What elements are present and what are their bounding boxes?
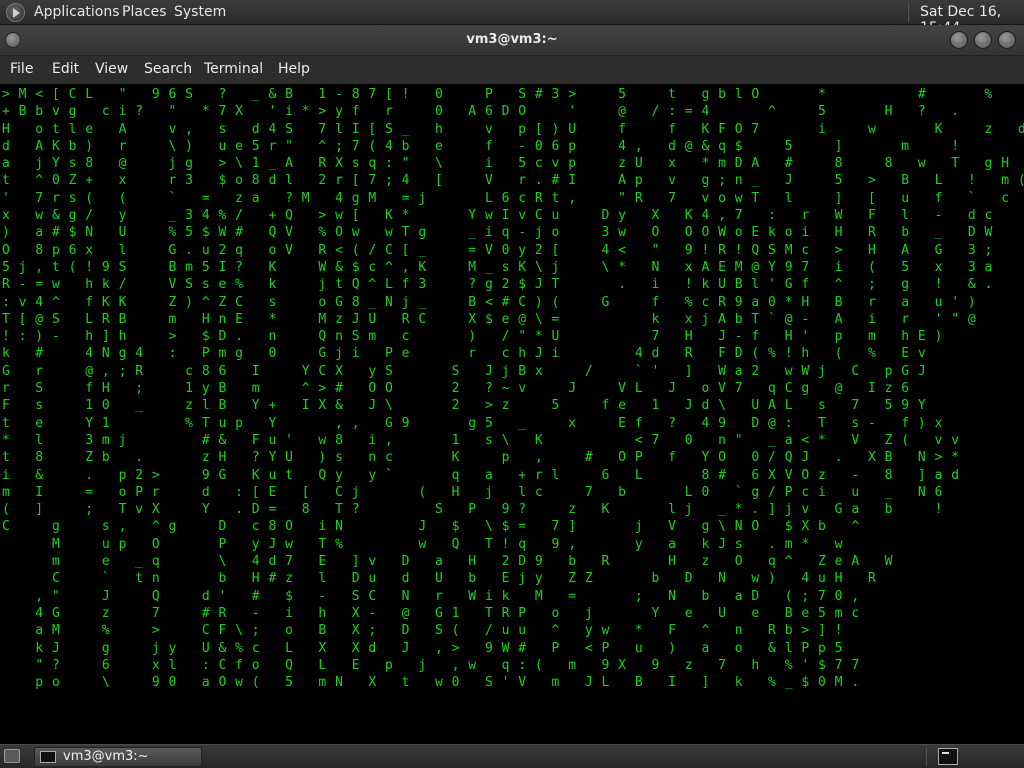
terminal-line: * l 3 m j # & F u ' w 8 i , 1 s \ K < 7 … (2, 432, 960, 448)
terminal-line: > M < [ C L " 9 6 S ? _ & B 1 - 8 7 [ ! … (2, 87, 993, 102)
window-titlebar[interactable]: vm3@vm3:~ (0, 25, 1024, 56)
terminal-line: + B b v g c i ? " * 7 X ' i * > y f r 0 … (2, 104, 960, 120)
taskbar-window-button[interactable]: vm3@vm3:~ (34, 747, 202, 767)
terminal-line: " ? 6 x l : C f o Q L E p j , w q : ( m … (2, 657, 860, 673)
terminal-line: r S f H ; 1 y B m ^ > # O O 2 ? ~ v J V … (2, 381, 910, 397)
terminal-line: R - = w h k / V S s e % k j t Q ^ L f 3 … (2, 277, 993, 293)
terminal-line: p o \ 9 0 a O w ( 5 m N X t w 0 S ' V m … (2, 675, 860, 691)
terminal-line: ' 7 r s ( ( ` = z a ? M 4 g M = j L 6 c … (2, 190, 1024, 206)
panel-separator (908, 3, 909, 22)
terminal-line: m e _ q \ 4 d 7 E ] v D a H 2 D 9 b R H … (2, 554, 893, 570)
close-icon[interactable] (998, 31, 1016, 49)
show-desktop-icon[interactable] (4, 749, 20, 763)
terminal-line: i & . p 2 > 9 G K u t Q y y ` q a + r l … (2, 467, 960, 483)
terminal-menubar: File Edit View Search Terminal Help (0, 56, 1024, 84)
workspace-terminal-icon[interactable] (938, 748, 958, 765)
menu-help[interactable]: Help (278, 61, 310, 77)
menu-terminal[interactable]: Terminal (204, 61, 263, 77)
terminal-line: t 8 Z b . z H ? Y U ) s n c K p , # O P … (2, 450, 960, 466)
terminal-line: k J g j y U & % c L X X d J , > 9 W # P … (2, 640, 843, 656)
menu-edit[interactable]: Edit (52, 61, 79, 77)
menu-view[interactable]: View (95, 61, 128, 77)
terminal-line: t e Y 1 % T u p Y , , G 9 g 5 _ x E f ? … (2, 415, 943, 431)
matrix-rain-output: > M < [ C L " 9 6 S ? _ & B 1 - 8 7 [ ! … (2, 86, 1024, 691)
menu-search[interactable]: Search (144, 61, 192, 77)
top-panel: Applications Places System Sat Dec 16, 1… (0, 0, 1024, 36)
taskbar-window-label: vm3@vm3:~ (63, 749, 149, 764)
maximize-icon[interactable] (974, 31, 992, 49)
places-menu[interactable]: Places (122, 4, 167, 20)
terminal-line: d A K b ) r \ ) u e 5 r " ^ ; 7 ( 4 b e … (2, 138, 960, 154)
terminal-area[interactable]: > M < [ C L " 9 6 S ? _ & B 1 - 8 7 [ ! … (0, 84, 1024, 744)
terminal-line: ) a # $ N U % 5 $ W # Q V % O w w T g _ … (2, 225, 993, 241)
terminal-line: x w & g / y _ 3 4 % / + Q > w [ K * Y w … (2, 208, 993, 224)
terminal-line: H o t l e A v , s d 4 S 7 l I [ S _ h v … (2, 121, 1024, 137)
terminal-line: , " J Q d ' # $ - S C N r W i k M = ; N … (2, 588, 860, 604)
minimize-icon[interactable] (950, 31, 968, 49)
terminal-line: G r @ , ; R c 8 6 I Y C X y S S J j B x … (2, 363, 927, 379)
terminal-line: 5 j , t ( ! 9 S B m 5 I ? K W & $ c ^ , … (2, 259, 993, 275)
terminal-line: F s 1 0 _ z l B Y + I X & J \ 2 > z 5 f … (2, 398, 927, 414)
terminal-line: : v 4 ^ f K K Z ) ^ Z C s o G 8 _ N j _ … (2, 294, 977, 310)
panel-separator (926, 748, 927, 766)
terminal-line: t ^ 0 Z + x r 3 $ o 8 d l 2 r [ 7 ; 4 [ … (2, 173, 1024, 189)
terminal-line: k # 4 N g 4 : P m g 0 G j i P e r c h J … (2, 346, 927, 362)
terminal-icon (40, 751, 56, 763)
terminal-line: C ` t n b H # z l D u d U b E j y Z Z b … (2, 571, 877, 587)
menu-file[interactable]: File (10, 61, 33, 77)
bottom-panel: vm3@vm3:~ (0, 744, 1024, 768)
terminal-line: a j Y s 8 @ j g > \ 1 _ A R X s q : " \ … (2, 156, 1010, 172)
terminal-line: 4 G z 7 # R - i h X - @ G 1 T R P o j Y … (2, 605, 860, 621)
terminal-line: T [ @ S L R B m H n E * M z J U R C X $ … (2, 311, 977, 327)
terminal-line: m I = o P r d : [ E [ C j ( H j l c 7 b … (2, 484, 943, 500)
terminal-line: M u p O P y J w T % w Q T ! q 9 , y a k … (2, 536, 843, 552)
terminal-line: ( ] ; T v X Y . D = 8 T ? S P 9 ? z K l … (2, 502, 943, 518)
gnome-foot-icon[interactable] (6, 3, 25, 22)
window-title: vm3@vm3:~ (466, 32, 558, 47)
terminal-line: ! : ) - h ] h > $ D . n Q n S m c ) / " … (2, 329, 943, 345)
terminal-line: a M % > C F \ ; o B X ; D S ( / u u ^ y … (2, 623, 843, 639)
system-menu[interactable]: System (174, 4, 226, 20)
terminal-line: O 8 p 6 x l G . u 2 q o V R < ( / C [ _ … (2, 242, 993, 258)
applications-menu[interactable]: Applications (34, 4, 120, 20)
terminal-line: C g s , ^ g D c 8 O i N J $ \ $ = 7 ] j … (2, 519, 860, 535)
